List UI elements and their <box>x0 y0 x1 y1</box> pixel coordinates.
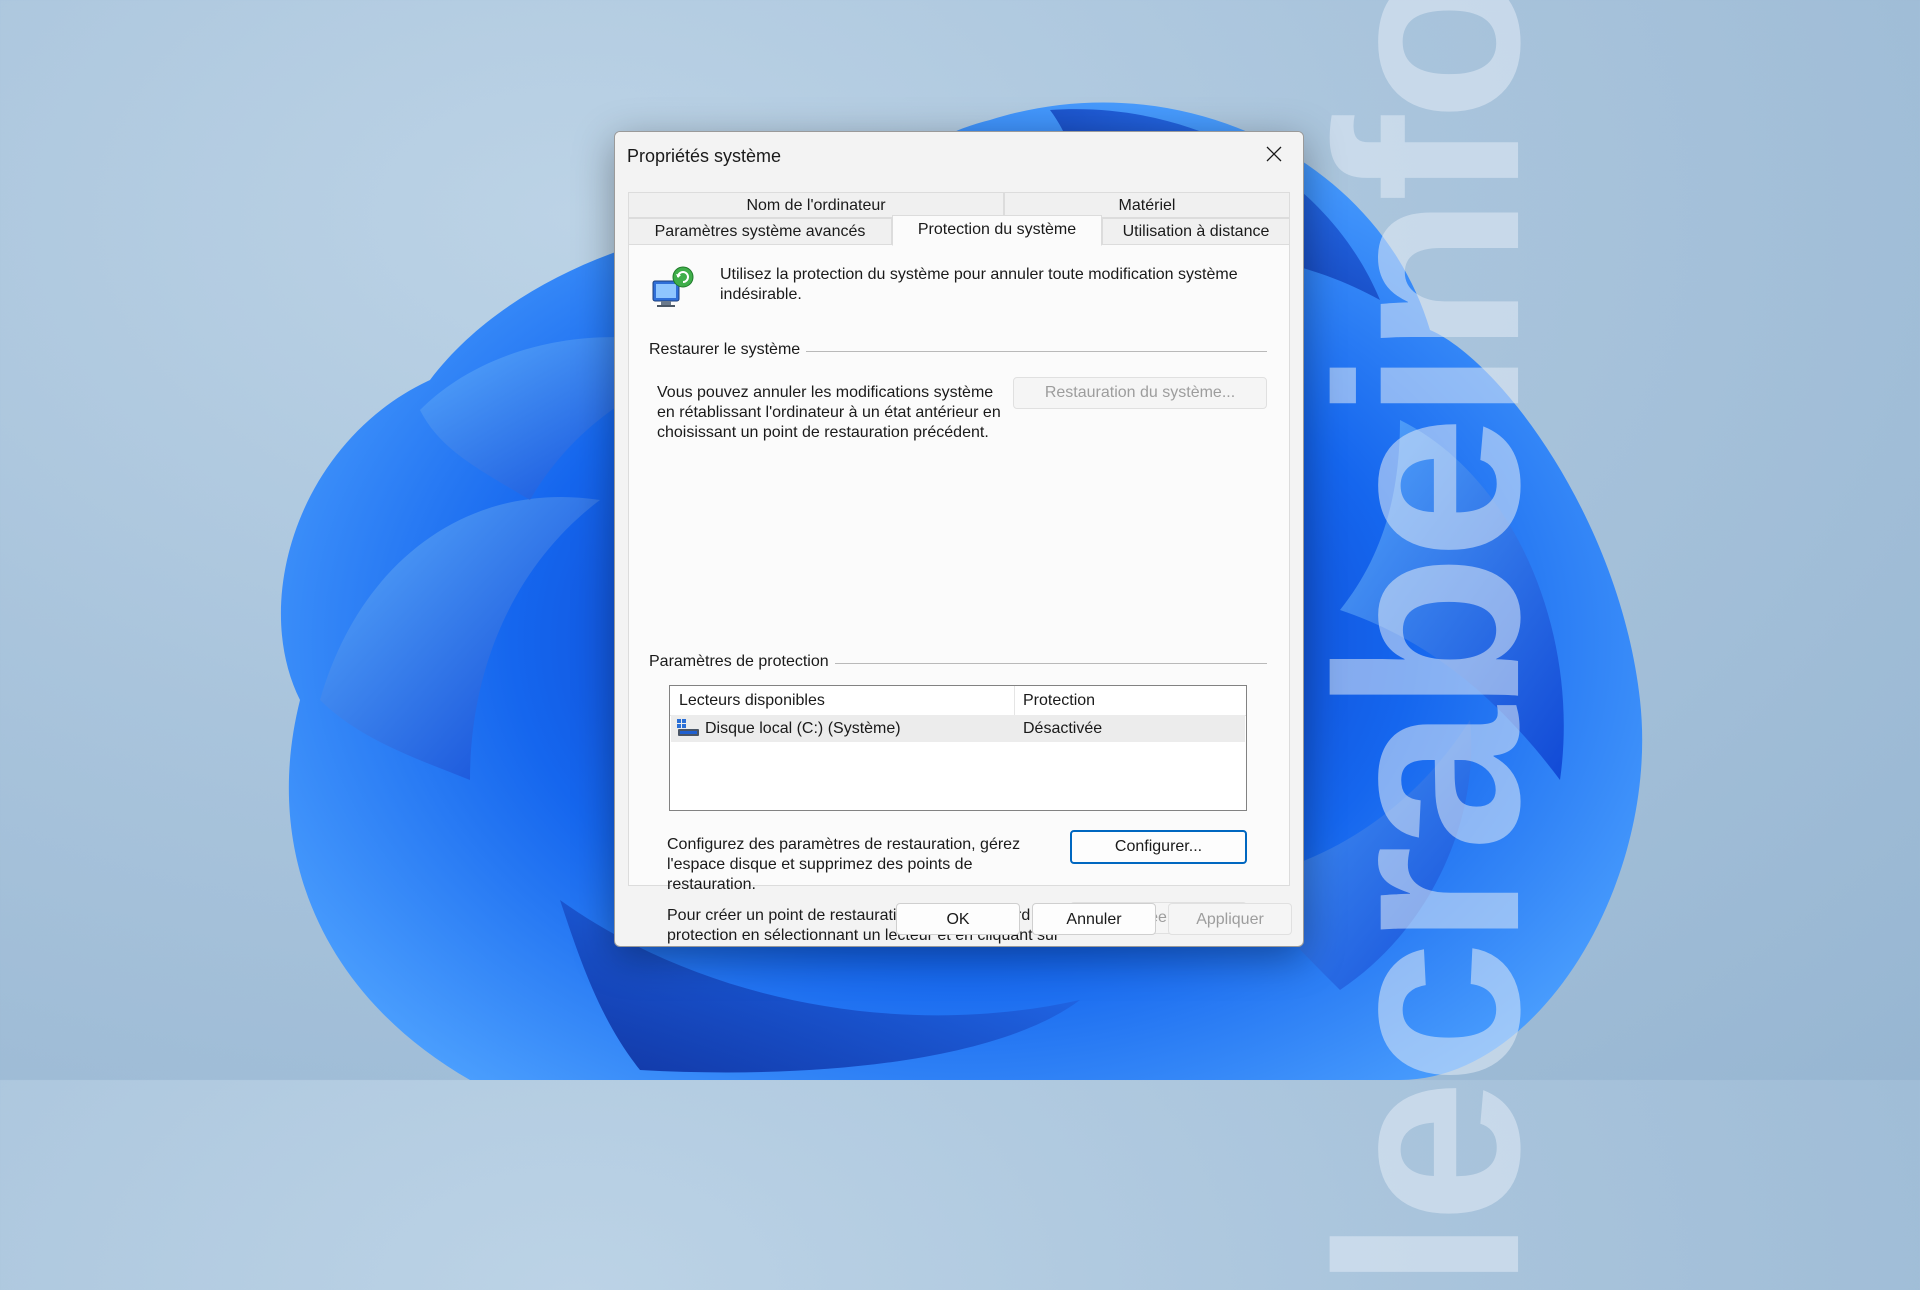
cancel-button[interactable]: Annuler <box>1032 903 1156 935</box>
tab-remote[interactable]: Utilisation à distance <box>1102 218 1290 245</box>
tab-strip: Nom de l'ordinateur Matériel Paramètres … <box>628 192 1290 246</box>
drive-protection-status: Désactivée <box>1023 720 1103 737</box>
system-protection-icon <box>652 266 694 307</box>
ok-button[interactable]: OK <box>896 903 1020 935</box>
column-header-drives[interactable]: Lecteurs disponibles <box>670 686 1015 715</box>
tab-system-protection[interactable]: Protection du système <box>892 215 1102 246</box>
close-icon <box>1266 146 1282 162</box>
system-restore-button[interactable]: Restauration du système... <box>1013 377 1267 409</box>
drive-name: Disque local (C:) (Système) <box>705 720 901 737</box>
restore-description: Vous pouvez annuler les modifications sy… <box>657 384 1001 441</box>
drive-icon <box>677 719 699 736</box>
list-header: Lecteurs disponibles Protection <box>670 686 1246 716</box>
tab-panel-system-protection: Utilisez la protection du système pour a… <box>628 244 1290 944</box>
system-properties-dialog: Propriétés système Nom de l'ordinateur M… <box>614 131 1304 947</box>
dialog-title: Propriétés système <box>627 146 782 166</box>
tab-advanced-settings[interactable]: Paramètres système avancés <box>628 218 892 245</box>
watermark-logo: lecrabeinfo <box>1283 0 1574 1290</box>
title-bar: Propriétés système <box>615 132 1303 180</box>
intro-text: Utilisez la protection du système pour a… <box>720 266 1238 303</box>
apply-button[interactable]: Appliquer <box>1168 903 1292 935</box>
drives-list[interactable]: Lecteurs disponibles Protection Disque l… <box>669 685 1247 811</box>
table-row[interactable]: Disque local (C:) (Système) Désactivée <box>671 715 1245 742</box>
restore-group-label: Restaurer le système <box>649 341 807 359</box>
protection-group-label: Paramètres de protection <box>649 653 835 671</box>
close-button[interactable] <box>1245 132 1303 176</box>
configure-description: Configurez des paramètres de restauratio… <box>667 836 1021 893</box>
configure-button[interactable]: Configurer... <box>1070 830 1247 864</box>
column-header-protection[interactable]: Protection <box>1015 686 1246 715</box>
